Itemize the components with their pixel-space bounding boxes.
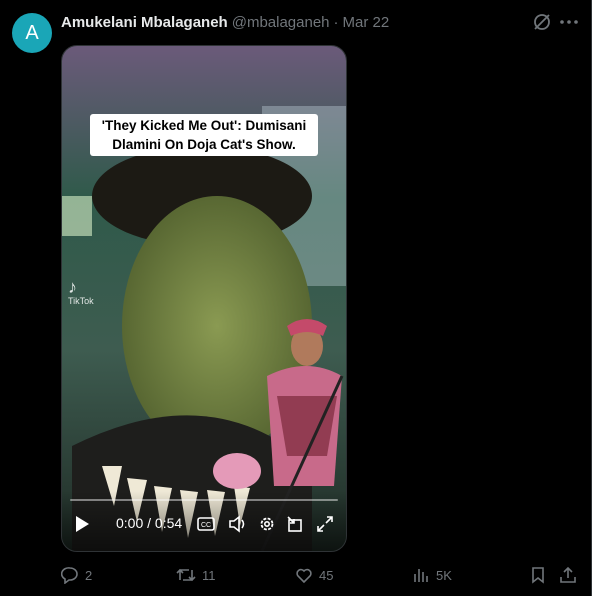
dock-button[interactable] xyxy=(284,511,306,537)
current-time: 0:00 xyxy=(116,515,144,531)
volume-icon xyxy=(229,515,245,533)
repost-icon xyxy=(176,568,196,582)
tiktok-watermark: ♪ TikTok xyxy=(68,278,94,306)
grok-icon[interactable] xyxy=(531,11,553,33)
tweet[interactable]: A Amukelani Mbalaganeh @mbalaganeh · Mar… xyxy=(0,0,592,596)
more-options-icon[interactable] xyxy=(558,11,580,33)
tiktok-logo-icon: ♪ xyxy=(68,277,77,297)
dock-icon xyxy=(287,516,302,532)
video-time: 0:00 / 0:54 xyxy=(116,515,182,531)
svg-text:CC: CC xyxy=(201,522,211,529)
play-button[interactable] xyxy=(70,511,94,537)
reply-icon xyxy=(61,567,78,584)
display-name[interactable]: Amukelani Mbalaganeh xyxy=(61,14,228,31)
settings-button[interactable] xyxy=(256,511,278,537)
video-controls: 0:00 / 0:54 CC xyxy=(62,491,346,551)
like-count: 45 xyxy=(319,567,334,583)
user-handle[interactable]: @mbalaganeh xyxy=(232,14,330,31)
time-separator: / xyxy=(147,515,152,531)
reply-count: 2 xyxy=(85,567,93,583)
post-date[interactable]: Mar 22 xyxy=(343,14,390,31)
heart-icon xyxy=(296,568,312,584)
views-chart-icon xyxy=(414,569,428,582)
captions-button[interactable]: CC xyxy=(196,511,216,537)
views-button[interactable]: 5K xyxy=(412,565,452,585)
reply-button[interactable]: 2 xyxy=(61,565,92,585)
fullscreen-button[interactable] xyxy=(314,511,336,537)
repost-button[interactable]: 11 xyxy=(176,565,216,585)
separator-dot: · xyxy=(333,13,339,31)
share-icon xyxy=(560,566,576,583)
bookmark-icon xyxy=(532,567,544,584)
tweet-header: Amukelani Mbalaganeh @mbalaganeh · Mar 2… xyxy=(61,12,389,32)
expand-icon xyxy=(317,516,333,532)
volume-button[interactable] xyxy=(227,511,249,537)
closed-captions-icon: CC xyxy=(197,517,215,531)
repost-count: 11 xyxy=(202,567,216,583)
video-caption: 'They Kicked Me Out': Dumisani Dlamini O… xyxy=(90,114,318,156)
duration: 0:54 xyxy=(154,515,183,531)
play-icon xyxy=(76,516,89,532)
progress-bar[interactable] xyxy=(70,499,338,501)
avatar[interactable]: A xyxy=(12,13,52,53)
tiktok-watermark-text: TikTok xyxy=(68,296,94,306)
share-button[interactable] xyxy=(559,565,583,585)
bookmark-button[interactable] xyxy=(529,565,553,585)
view-count: 5K xyxy=(436,567,452,583)
video-player[interactable]: 'They Kicked Me Out': Dumisani Dlamini O… xyxy=(61,45,347,552)
like-button[interactable]: 45 xyxy=(295,565,333,585)
tweet-actions: 2 11 45 5K xyxy=(61,565,581,585)
gear-icon xyxy=(260,517,274,531)
